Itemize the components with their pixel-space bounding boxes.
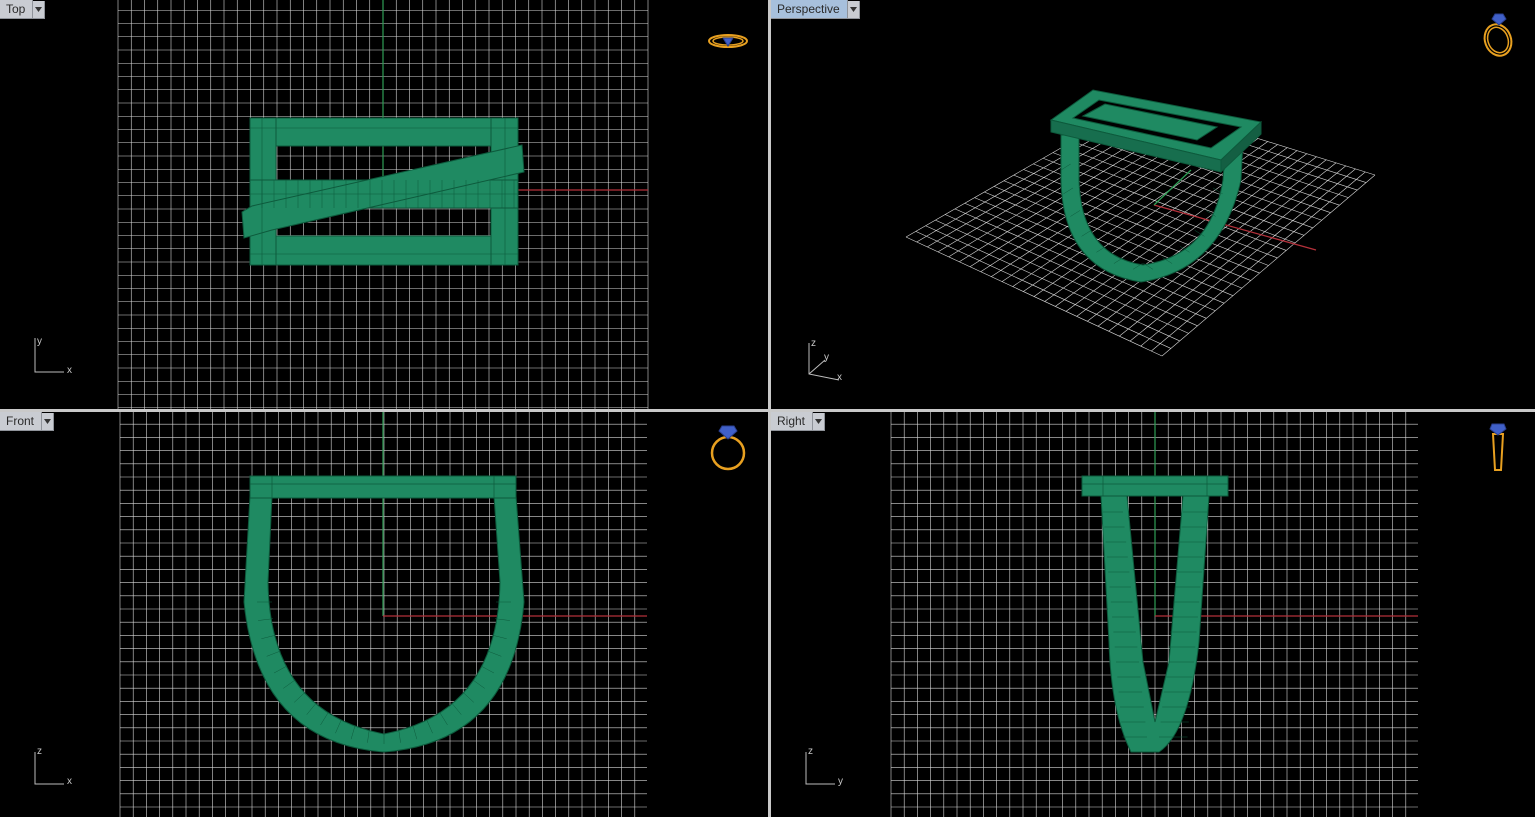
axis-label-z: z xyxy=(811,338,816,349)
viewport-tab-top[interactable]: Top xyxy=(0,0,46,19)
viewport-right-canvas[interactable] xyxy=(771,412,1535,817)
viewport-title-right[interactable]: Right xyxy=(771,412,814,431)
axis-label-z: z xyxy=(808,746,813,757)
chevron-down-icon[interactable] xyxy=(847,0,860,19)
ring-front-view-icon[interactable] xyxy=(706,422,750,474)
viewport-top-canvas[interactable] xyxy=(0,0,768,409)
top-plate xyxy=(249,475,517,499)
viewport-front-canvas[interactable] xyxy=(0,412,768,817)
axis-label-y: y xyxy=(838,776,843,787)
viewport-divider-horizontal[interactable] xyxy=(0,409,1535,412)
ring-model-top xyxy=(241,117,525,266)
axis-label-z: z xyxy=(37,746,42,757)
viewport-title-top[interactable]: Top xyxy=(0,0,34,19)
viewport-tab-perspective[interactable]: Perspective xyxy=(771,0,860,19)
axis-label-x: x xyxy=(67,776,72,787)
chevron-down-icon[interactable] xyxy=(33,0,46,19)
axis-label-x: x xyxy=(67,365,72,376)
viewport-top[interactable]: Top y x xyxy=(0,0,768,409)
ring-perspective-icon[interactable] xyxy=(1477,10,1521,60)
top-plate xyxy=(1081,475,1229,497)
viewport-title-perspective[interactable]: Perspective xyxy=(771,0,848,19)
top-bar-upper xyxy=(249,117,519,147)
ring-top-view-icon[interactable] xyxy=(706,30,750,52)
ring-model-perspective xyxy=(1049,89,1263,283)
viewport-right[interactable]: Right z y xyxy=(771,412,1535,817)
axis-label-x: x xyxy=(837,372,842,383)
axis-indicator-perspective xyxy=(808,343,840,381)
viewport-perspective[interactable]: Perspective z y x xyxy=(771,0,1535,409)
y-axis-line xyxy=(1153,169,1192,206)
viewport-perspective-canvas[interactable] xyxy=(771,0,1535,409)
viewport-title-front[interactable]: Front xyxy=(0,412,43,431)
top-bar-lower xyxy=(249,235,519,266)
ring-side-view-icon[interactable] xyxy=(1483,422,1513,476)
axis-label-y: y xyxy=(824,352,829,363)
viewport-tab-right[interactable]: Right xyxy=(771,412,826,431)
chevron-down-icon[interactable] xyxy=(42,412,55,431)
axis-label-y: y xyxy=(37,336,42,347)
viewport-front[interactable]: Front z x xyxy=(0,412,768,817)
chevron-down-icon[interactable] xyxy=(813,412,826,431)
viewport-tab-front[interactable]: Front xyxy=(0,412,55,431)
